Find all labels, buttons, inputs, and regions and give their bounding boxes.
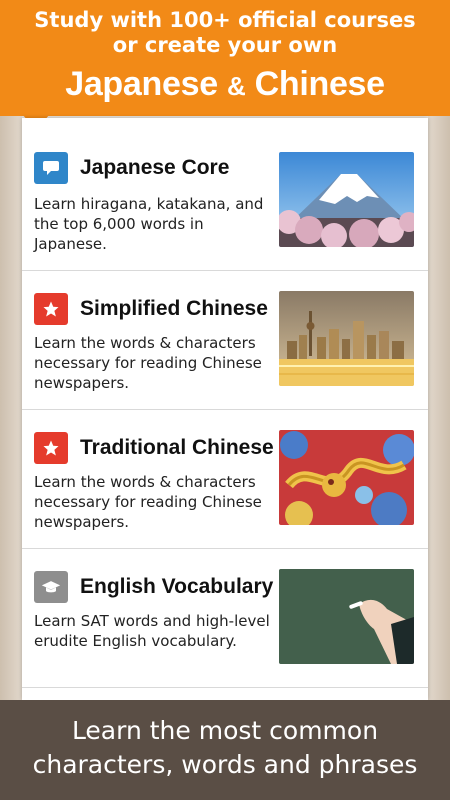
chalkboard-image bbox=[279, 569, 414, 664]
left-rail bbox=[0, 116, 22, 700]
header-subtitle: Study with 100+ official courses or crea… bbox=[0, 0, 450, 58]
city-skyline-image bbox=[279, 291, 414, 386]
course-title: Simplified Chinese bbox=[80, 297, 268, 320]
course-description: Learn SAT words and high-level erudite E… bbox=[34, 612, 270, 650]
course-title: Traditional Chinese bbox=[80, 436, 274, 459]
course-item-traditional-chinese[interactable]: Traditional Chinese Learn the words & ch… bbox=[22, 410, 428, 549]
course-description: Learn the words & characters necessary f… bbox=[34, 334, 262, 392]
footer-line2: characters, words and phrases bbox=[32, 750, 418, 779]
star-icon bbox=[34, 293, 68, 325]
course-item-simplified-chinese[interactable]: Simplified Chinese Learn the words & cha… bbox=[22, 271, 428, 410]
right-rail bbox=[428, 116, 450, 700]
course-list: Japanese Core Learn hiragana, katakana, … bbox=[22, 118, 428, 700]
mount-fuji-image bbox=[279, 152, 414, 247]
speech-bubble-icon bbox=[34, 152, 68, 184]
dragon-mural-image bbox=[279, 430, 414, 525]
promo-footer: Learn the most common characters, words … bbox=[0, 700, 450, 800]
header-subtitle-line2: or create your own bbox=[112, 33, 338, 57]
course-description: Learn the words & characters necessary f… bbox=[34, 473, 262, 531]
star-icon bbox=[34, 432, 68, 464]
graduation-cap-icon bbox=[34, 571, 68, 603]
header-title-ampersand: & bbox=[226, 71, 246, 101]
footer-line1: Learn the most common bbox=[71, 716, 379, 745]
header-subtitle-line1: Study with 100+ official courses bbox=[34, 8, 416, 32]
course-title: English Vocabulary bbox=[80, 575, 274, 598]
header-title-japanese: Japanese bbox=[65, 65, 218, 103]
course-description: Learn hiragana, katakana, and the top 6,… bbox=[34, 195, 264, 253]
promo-header: Study with 100+ official courses or crea… bbox=[0, 0, 450, 145]
course-item-japanese-core[interactable]: Japanese Core Learn hiragana, katakana, … bbox=[22, 118, 428, 271]
course-title: Japanese Core bbox=[80, 156, 230, 179]
course-item-english-vocabulary[interactable]: English Vocabulary Learn SAT words and h… bbox=[22, 549, 428, 688]
